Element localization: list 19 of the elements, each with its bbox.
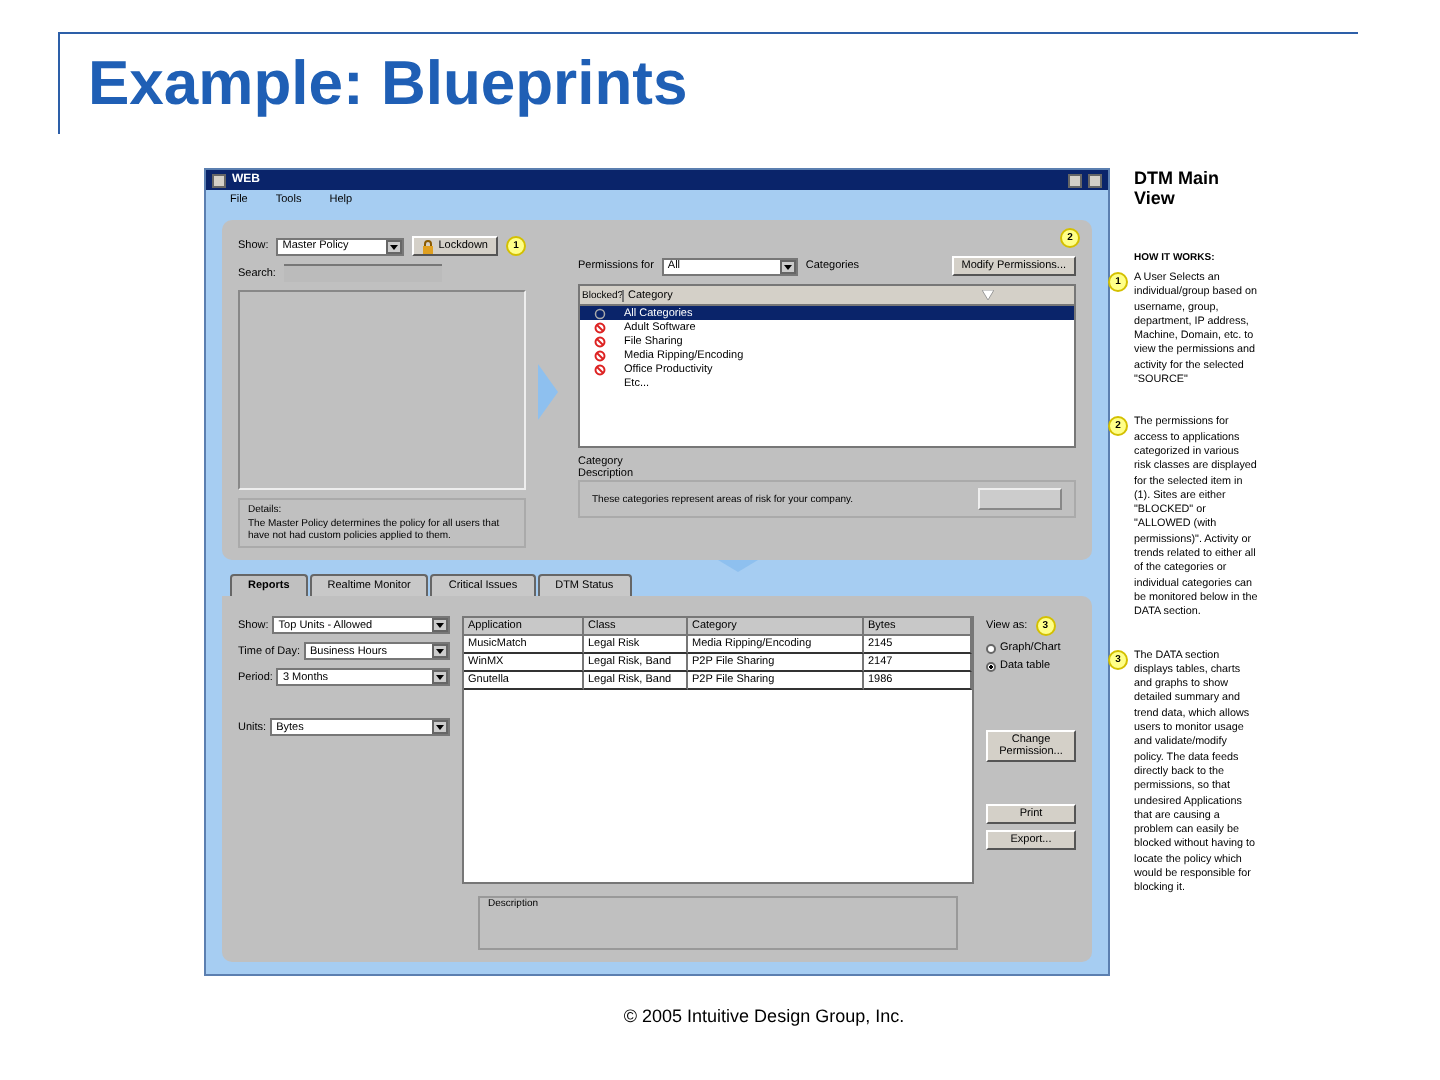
caret-icon: [432, 644, 448, 658]
right-triangle-icon: [538, 364, 558, 420]
lock-icon: [422, 239, 435, 253]
down-triangle-icon: [717, 560, 757, 572]
close-button[interactable]: [1088, 173, 1102, 187]
radio-button[interactable]: [986, 661, 996, 671]
search-field[interactable]: [283, 264, 442, 282]
slide-title: Example: Blueprints: [88, 48, 688, 120]
caret-icon: [432, 618, 448, 632]
caret-icon: [432, 670, 448, 684]
notes-title: DTM Main View: [1134, 168, 1221, 208]
caret-icon: [432, 720, 448, 734]
footer-text: © 2005 Intuitive Design Group, Inc.: [621, 1006, 905, 1026]
radio-button[interactable]: [986, 643, 996, 653]
caret-icon: [779, 259, 796, 273]
app-icon: [212, 173, 226, 187]
minimize-button[interactable]: [1068, 173, 1082, 187]
sort-icon[interactable]: [982, 289, 994, 299]
caret-icon: [386, 239, 403, 253]
